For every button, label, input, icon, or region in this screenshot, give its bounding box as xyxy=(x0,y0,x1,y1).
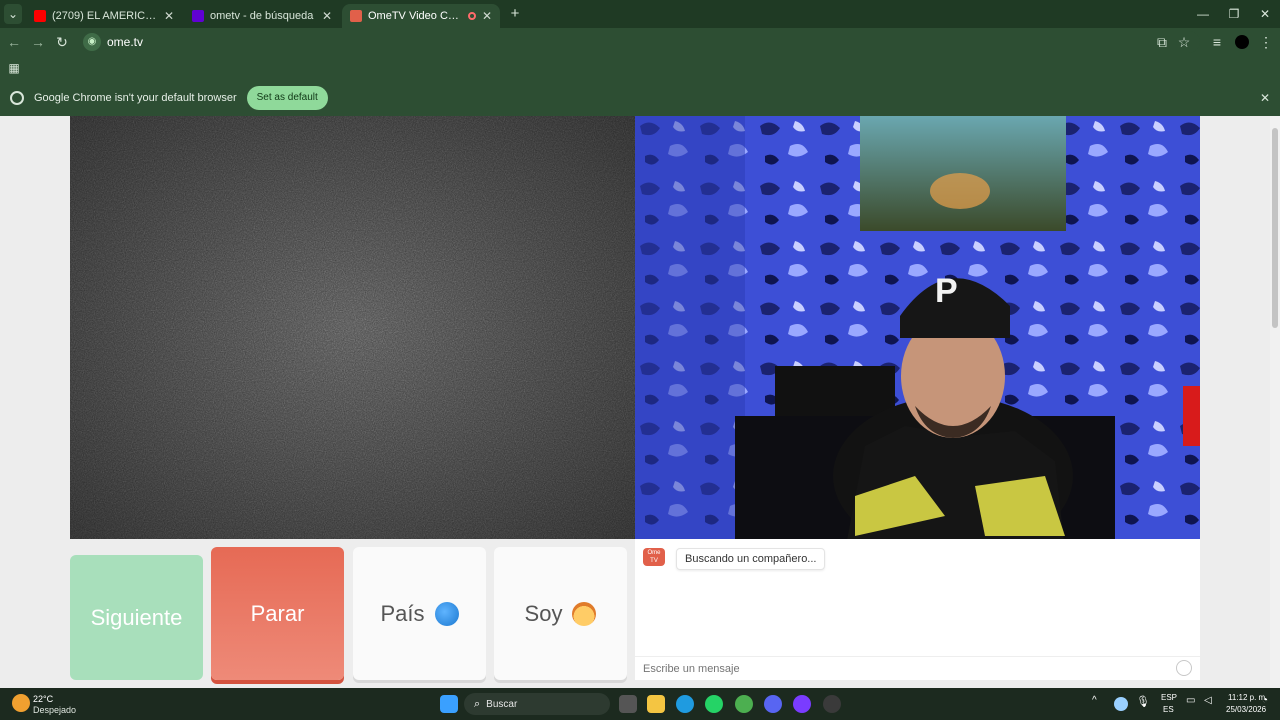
reload-icon[interactable]: ↻ xyxy=(52,32,72,52)
close-tab-icon[interactable]: ✕ xyxy=(482,9,492,23)
default-browser-infobar: Google Chrome isn't your default browser… xyxy=(0,80,1280,116)
tab-search[interactable]: ometv - de búsqueda ✕ xyxy=(184,4,340,28)
set-default-button[interactable]: Set as default xyxy=(246,86,328,110)
ometv-logo: Ome TV xyxy=(643,548,665,566)
webcam-image: P xyxy=(635,116,1200,539)
country-label: País xyxy=(380,600,425,626)
next-label: Siguiente xyxy=(90,604,183,630)
country-filter-button[interactable]: País xyxy=(353,547,486,680)
page-scrollbar[interactable] xyxy=(1270,116,1280,688)
close-tab-icon[interactable]: ✕ xyxy=(322,9,332,23)
stop-button[interactable]: Parar xyxy=(211,547,344,680)
settings-gear-icon[interactable] xyxy=(823,695,841,713)
address-bar[interactable]: ◉ ome.tv xyxy=(80,31,1200,53)
edge-icon[interactable] xyxy=(676,695,694,713)
forward-icon[interactable]: → xyxy=(28,32,48,52)
search-icon: ⌕ xyxy=(474,697,481,710)
microphone-icon[interactable]: 🎙 xyxy=(1136,695,1150,713)
new-tab-button[interactable]: + xyxy=(500,4,530,24)
next-button[interactable]: Siguiente xyxy=(70,555,203,680)
media-controls-icon[interactable]: ≡ xyxy=(1207,32,1227,52)
static-noise-image xyxy=(70,116,635,539)
task-view-icon[interactable] xyxy=(619,695,637,713)
tab-youtube[interactable]: (2709) EL AMERICANO 4KT - C ✕ xyxy=(26,4,182,28)
whatsapp-icon[interactable] xyxy=(705,695,723,713)
discord-icon[interactable] xyxy=(764,695,782,713)
site-info-icon[interactable]: ◉ xyxy=(83,33,101,51)
tab-title: OmeTV Video Chat — Ome xyxy=(368,10,464,22)
chat-message-input[interactable] xyxy=(635,656,1200,680)
bookmarks-bar: ▦ xyxy=(0,56,1280,80)
network-icon[interactable]: ▭ xyxy=(1186,695,1198,713)
chat-panel: Ome TV Buscando un compañero... xyxy=(635,539,1200,680)
taskbar-search[interactable]: ⌕ Buscar xyxy=(464,693,610,715)
restore-icon[interactable]: ❐ xyxy=(1219,4,1249,24)
profile-avatar[interactable] xyxy=(1232,32,1252,52)
close-infobar-icon[interactable]: ✕ xyxy=(1260,91,1270,105)
weather-description: Despejado xyxy=(33,705,77,715)
chrome-icon xyxy=(10,91,24,105)
back-icon[interactable]: ← xyxy=(4,32,24,52)
start-windows-icon[interactable] xyxy=(440,695,458,713)
gender-filter-button[interactable]: Soy xyxy=(494,547,627,680)
apps-grid-icon[interactable]: ▦ xyxy=(4,58,24,78)
me-label: Soy xyxy=(524,600,563,626)
chrome-taskbar-icon[interactable] xyxy=(735,695,753,713)
close-tab-icon[interactable]: ✕ xyxy=(164,9,174,23)
file-explorer-icon[interactable] xyxy=(647,695,665,713)
ometv-icon xyxy=(350,10,362,22)
yahoo-icon xyxy=(192,10,204,22)
search-label: Buscar xyxy=(486,698,518,710)
notification-bell-icon[interactable]: ◔ xyxy=(1262,695,1274,713)
browser-toolbar: ← → ↻ ◉ ome.tv ⧉ ☆ ≡ ⋮ xyxy=(0,28,1280,56)
scrollbar-thumb[interactable] xyxy=(1272,128,1278,328)
recording-icon xyxy=(467,12,476,20)
tray-chevron-icon[interactable]: ^ xyxy=(1092,695,1104,713)
windows-taskbar: 22°C Despejado ⌕ Buscar ^ 🎙 ESP ES ▭ ◁ 1… xyxy=(0,688,1280,720)
boy-face-icon xyxy=(572,601,597,626)
bookmark-star-icon[interactable]: ☆ xyxy=(1174,32,1194,52)
stop-label: Parar xyxy=(250,600,305,626)
youtube-icon xyxy=(34,10,46,22)
app-circle-icon[interactable] xyxy=(793,695,811,713)
keyboard-layout[interactable]: ES xyxy=(1163,705,1174,714)
language-indicator[interactable]: ESP xyxy=(1161,693,1177,702)
tab-title: (2709) EL AMERICANO 4KT - C xyxy=(52,10,158,22)
weather-temperature: 22°C xyxy=(33,694,54,704)
install-app-icon[interactable]: ⧉ xyxy=(1152,32,1172,52)
tab-ometv[interactable]: OmeTV Video Chat — Ome ✕ xyxy=(342,4,500,28)
tab-search-chevron-icon[interactable]: ⌄ xyxy=(4,4,22,24)
svg-text:P: P xyxy=(935,272,958,310)
weather-icon[interactable] xyxy=(12,694,30,712)
onedrive-icon[interactable] xyxy=(1114,697,1128,711)
clock-date[interactable]: 25/03/2026 xyxy=(1226,705,1266,714)
menu-kebab-icon[interactable]: ⋮ xyxy=(1256,32,1276,52)
emoji-picker-icon[interactable] xyxy=(1176,660,1192,676)
infobar-message: Google Chrome isn't your default browser xyxy=(34,92,237,104)
minimize-icon[interactable]: — xyxy=(1188,4,1218,24)
chat-status-message: Buscando un compañero... xyxy=(676,548,826,570)
tab-strip: ⌄ (2709) EL AMERICANO 4KT - C ✕ ometv - … xyxy=(0,0,1280,28)
tab-title: ometv - de búsqueda xyxy=(210,10,314,22)
self-camera-video: P xyxy=(635,116,1200,539)
close-window-icon[interactable]: ✕ xyxy=(1250,4,1280,24)
volume-icon[interactable]: ◁ xyxy=(1204,695,1216,713)
url-text: ome.tv xyxy=(107,35,144,49)
partner-video-static xyxy=(70,116,635,539)
globe-icon xyxy=(434,601,459,626)
